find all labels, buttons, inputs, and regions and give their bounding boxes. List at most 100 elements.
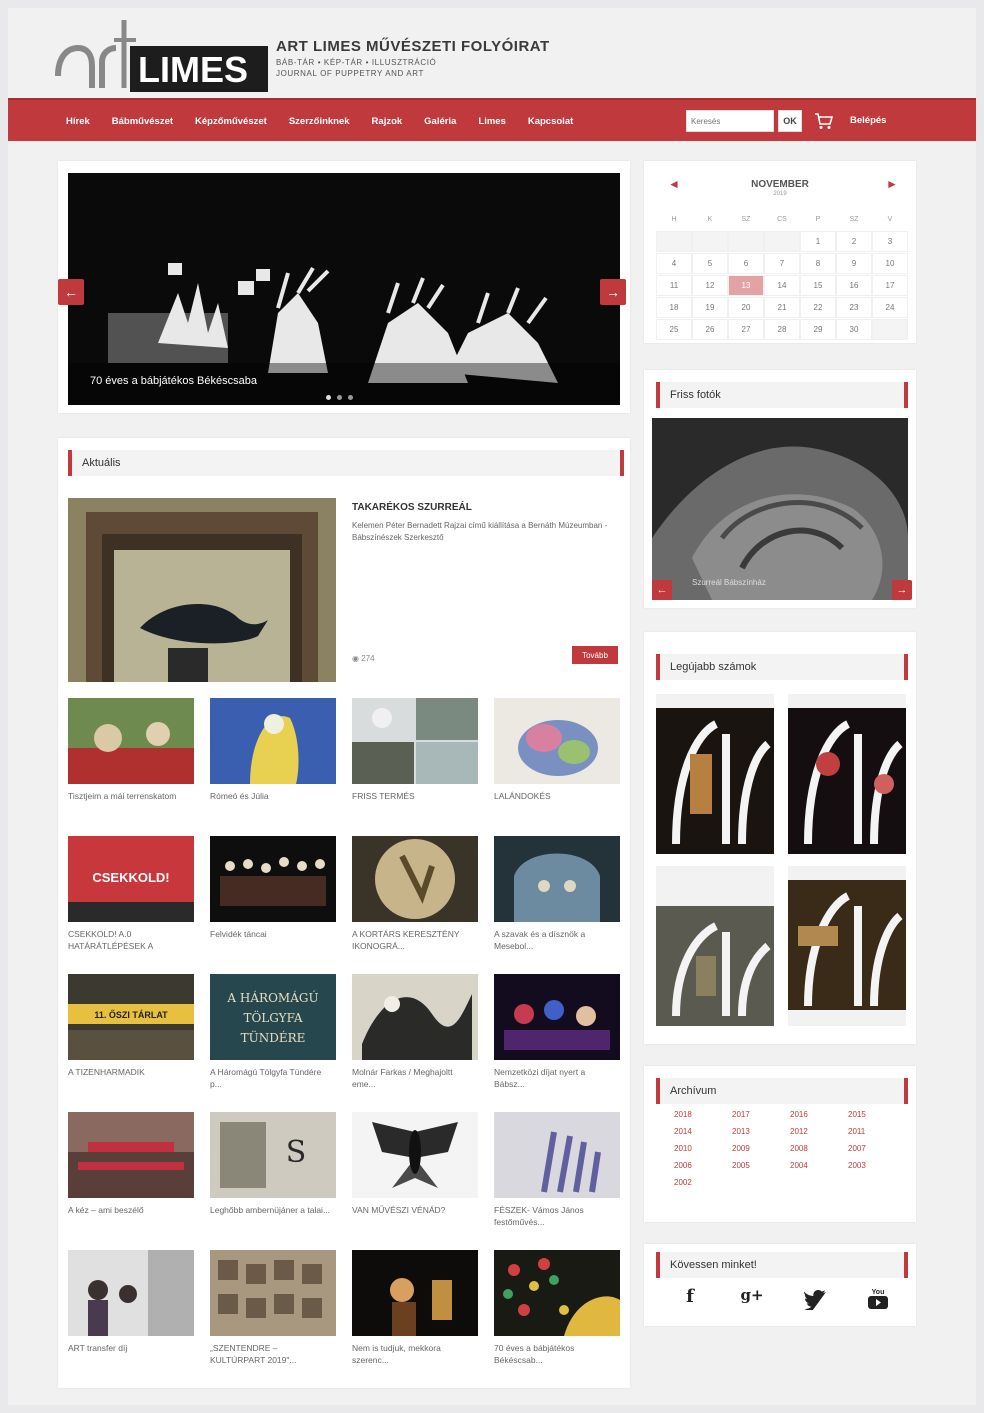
news-card-image[interactable]: [494, 836, 620, 922]
news-card-image[interactable]: A HÁROMÁGÚ TÖLGYFA TÜNDÉRE: [210, 974, 336, 1060]
news-card[interactable]: Nemzetközi díjat nyert a Bábsz...: [494, 974, 620, 1090]
news-card-image[interactable]: [210, 698, 336, 784]
issue-cover[interactable]: [788, 694, 906, 854]
issue-cover[interactable]: [656, 694, 774, 854]
calendar-day[interactable]: 13: [728, 275, 764, 296]
calendar-day[interactable]: 9: [836, 253, 872, 274]
news-card[interactable]: ART transfer díj: [68, 1250, 194, 1354]
youtube-icon[interactable]: You: [866, 1286, 890, 1310]
calendar-day[interactable]: 24: [872, 297, 908, 318]
news-card-caption[interactable]: Felvidék táncai: [210, 928, 334, 940]
news-card[interactable]: A KORTÁRS KERESZTÉNY IKONOGRÁ...: [352, 836, 478, 952]
news-card-image[interactable]: CSEKKOLD!: [68, 836, 194, 922]
archive-year-link[interactable]: 2006: [674, 1161, 732, 1170]
calendar-day[interactable]: 16: [836, 275, 872, 296]
news-card[interactable]: VAN MŰVÉSZI VÉNÁD?: [352, 1112, 478, 1216]
google-plus-icon[interactable]: g+: [740, 1286, 764, 1310]
archive-year-link[interactable]: 2003: [848, 1161, 906, 1170]
calendar-day[interactable]: 4: [656, 253, 692, 274]
calendar-day[interactable]: 26: [692, 319, 728, 340]
news-card-image[interactable]: [494, 698, 620, 784]
nav-item-limes[interactable]: Limes: [478, 116, 505, 127]
news-card[interactable]: Tisztjeim a mái terrenskatom: [68, 698, 194, 802]
calendar-day[interactable]: 20: [728, 297, 764, 318]
news-card-image[interactable]: [68, 1112, 194, 1198]
issue-cover[interactable]: [788, 866, 906, 1026]
calendar-day[interactable]: 30: [836, 319, 872, 340]
calendar-day[interactable]: 23: [836, 297, 872, 318]
archive-year-link[interactable]: 2002: [674, 1178, 732, 1187]
nav-item-szerzoinknek[interactable]: Szerzőinknek: [289, 116, 350, 127]
news-card-image[interactable]: [352, 836, 478, 922]
news-card-caption[interactable]: FÉSZEK- Vámos János festőművés...: [494, 1204, 618, 1228]
slider-dot[interactable]: [348, 395, 353, 400]
calendar-day[interactable]: 29: [800, 319, 836, 340]
archive-year-link[interactable]: 2017: [732, 1110, 790, 1119]
photo-slide-image[interactable]: Szurreál Bábszínház: [652, 418, 908, 600]
slider-dot[interactable]: [337, 395, 342, 400]
calendar-day[interactable]: 5: [692, 253, 728, 274]
news-card[interactable]: S Leghőbb ambernüjáner a talai...: [210, 1112, 336, 1216]
calendar-day[interactable]: 11: [656, 275, 692, 296]
news-card[interactable]: „SZENTENDRE – KULTÚRPART 2019"...: [210, 1250, 336, 1366]
news-card[interactable]: A szavak és a dísznök a Mesebol...: [494, 836, 620, 952]
news-card-caption[interactable]: Leghőbb ambernüjáner a talai...: [210, 1204, 334, 1216]
calendar-day[interactable]: 1: [800, 231, 836, 252]
calendar-next-month[interactable]: ►: [886, 177, 898, 191]
news-card[interactable]: FRISS TERMÉS: [352, 698, 478, 802]
search-input[interactable]: [686, 110, 774, 132]
news-card[interactable]: Felvidék táncai: [210, 836, 336, 940]
news-card-caption[interactable]: A szavak és a dísznök a Mesebol...: [494, 928, 618, 952]
news-card-image[interactable]: [352, 1250, 478, 1336]
calendar-day[interactable]: 21: [764, 297, 800, 318]
news-card-image[interactable]: [352, 1112, 478, 1198]
photo-next-arrow[interactable]: →: [892, 580, 912, 600]
archive-year-link[interactable]: 2007: [848, 1144, 906, 1153]
news-card-image[interactable]: [210, 836, 336, 922]
facebook-icon[interactable]: f: [678, 1286, 702, 1310]
calendar-day[interactable]: 22: [800, 297, 836, 318]
slider-prev-arrow[interactable]: ←: [58, 279, 84, 305]
feature-article-title[interactable]: TAKARÉKOS SZURREÁL: [352, 502, 472, 513]
news-card-caption[interactable]: Rómeó és Júlia: [210, 790, 334, 802]
news-card-image[interactable]: [68, 698, 194, 784]
calendar-day[interactable]: 3: [872, 231, 908, 252]
calendar-day[interactable]: 28: [764, 319, 800, 340]
hero-slide-caption[interactable]: 70 éves a bábjátékos Békéscsaba: [90, 375, 257, 387]
calendar-day[interactable]: 14: [764, 275, 800, 296]
news-card-image[interactable]: [352, 974, 478, 1060]
news-card[interactable]: Nem is tudjuk, mekkora szerenc...: [352, 1250, 478, 1366]
archive-year-link[interactable]: 2012: [790, 1127, 848, 1136]
archive-year-link[interactable]: 2004: [790, 1161, 848, 1170]
art-limes-logo[interactable]: LIMES: [54, 16, 268, 92]
nav-item-rajzok[interactable]: Rajzok: [372, 116, 403, 127]
news-card[interactable]: A HÁROMÁGÚ TÖLGYFA TÜNDÉRE A Háromágú Tölg…: [210, 974, 336, 1090]
news-card-caption[interactable]: CSEKKOLD! A.0 HATÁRÁTLÉPÉSEK A: [68, 928, 192, 952]
hero-slide-image[interactable]: 70 éves a bábjátékos Békéscsaba: [68, 173, 620, 405]
news-card-caption[interactable]: „SZENTENDRE – KULTÚRPART 2019"...: [210, 1342, 334, 1366]
read-more-button[interactable]: Tovább: [572, 646, 618, 664]
archive-year-link[interactable]: 2011: [848, 1127, 906, 1136]
archive-year-link[interactable]: 2014: [674, 1127, 732, 1136]
news-card-caption[interactable]: A KORTÁRS KERESZTÉNY IKONOGRÁ...: [352, 928, 476, 952]
news-card[interactable]: 11. ŐSZI TÁRLAT A TIZENHARMADIK: [68, 974, 194, 1078]
archive-year-link[interactable]: 2009: [732, 1144, 790, 1153]
news-card-caption[interactable]: A Háromágú Tölgyfa Tündére p...: [210, 1066, 334, 1090]
nav-item-hirek[interactable]: Hírek: [66, 116, 90, 127]
news-card[interactable]: A kéz – ami beszélő: [68, 1112, 194, 1216]
news-card-image[interactable]: S: [210, 1112, 336, 1198]
news-card-image[interactable]: [210, 1250, 336, 1336]
calendar-day[interactable]: 19: [692, 297, 728, 318]
photo-prev-arrow[interactable]: ←: [652, 580, 672, 600]
search-button[interactable]: OK: [778, 110, 802, 132]
nav-item-galeria[interactable]: Galéria: [424, 116, 456, 127]
cart-icon[interactable]: [814, 111, 834, 131]
news-card-caption[interactable]: Nemzetközi díjat nyert a Bábsz...: [494, 1066, 618, 1090]
issue-cover[interactable]: [656, 866, 774, 1026]
calendar-day[interactable]: 2: [836, 231, 872, 252]
news-card-caption[interactable]: 70 éves a bábjátékos Békéscsab...: [494, 1342, 618, 1366]
news-card-caption[interactable]: VAN MŰVÉSZI VÉNÁD?: [352, 1204, 476, 1216]
slider-dot[interactable]: [326, 395, 331, 400]
news-card-caption[interactable]: A kéz – ami beszélő: [68, 1204, 192, 1216]
news-card-caption[interactable]: Nem is tudjuk, mekkora szerenc...: [352, 1342, 476, 1366]
